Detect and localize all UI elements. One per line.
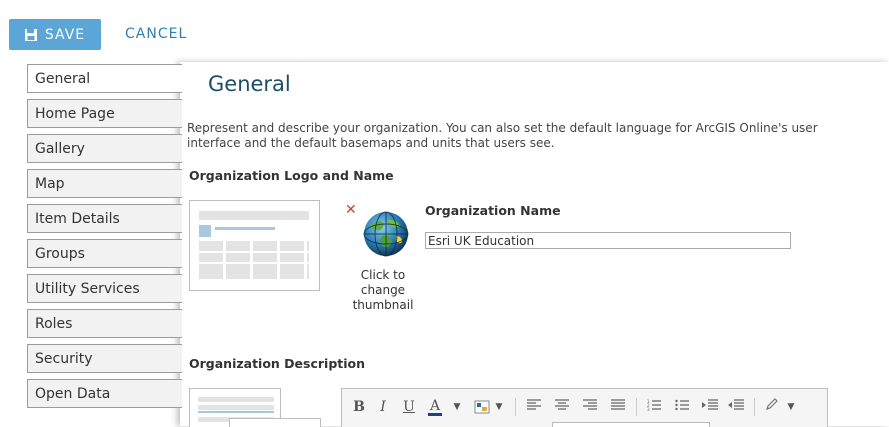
align-center-icon[interactable]: [554, 397, 570, 417]
save-button[interactable]: SAVE: [9, 19, 101, 50]
chevron-down-icon[interactable]: ▼: [452, 397, 462, 417]
top-toolbar: SAVE CANCEL: [0, 0, 889, 62]
sidebar-item-utility-services[interactable]: Utility Services: [27, 274, 182, 303]
editor-second-toolbar-row: [342, 422, 827, 427]
thumbnail-caption[interactable]: Click to change thumbnail: [348, 268, 418, 313]
description-section-heading: Organization Description: [189, 356, 366, 371]
sidebar-item-item-details[interactable]: Item Details: [27, 204, 182, 233]
cancel-button[interactable]: CANCEL: [125, 26, 187, 42]
logo-section-heading: Organization Logo and Name: [189, 168, 394, 183]
chevron-down-icon[interactable]: ▼: [786, 397, 796, 417]
sidebar-item-roles[interactable]: Roles: [27, 309, 182, 338]
justify-icon[interactable]: [610, 397, 626, 417]
align-right-icon[interactable]: [582, 397, 598, 417]
toolbar-divider: [515, 398, 516, 416]
sidebar-item-home-page[interactable]: Home Page: [27, 99, 182, 128]
intro-text: Represent and describe your organization…: [187, 121, 818, 150]
floppy-disk-icon: [24, 28, 37, 41]
numbered-list-icon[interactable]: 123: [646, 397, 662, 417]
align-left-icon[interactable]: [526, 397, 542, 417]
sidebar-item-groups[interactable]: Groups: [27, 239, 182, 268]
chevron-down-icon[interactable]: ▼: [494, 397, 504, 417]
page-title: General: [208, 72, 291, 96]
underline-icon[interactable]: U: [402, 397, 416, 417]
bullet-list-icon[interactable]: [674, 397, 690, 417]
sidebar-item-map[interactable]: Map: [27, 169, 182, 198]
outdent-icon[interactable]: [728, 397, 744, 417]
sidebar-item-security[interactable]: Security: [27, 344, 182, 373]
font-color-icon[interactable]: A: [428, 397, 442, 416]
bold-icon[interactable]: B: [352, 397, 366, 417]
italic-icon[interactable]: I: [376, 397, 390, 417]
toolbar-divider: [636, 398, 637, 416]
remove-thumbnail-icon[interactable]: ✕: [345, 202, 357, 218]
org-name-label: Organization Name: [425, 203, 561, 218]
rich-text-editor: B I U A ▼ ▼ 123 ▼: [341, 388, 828, 427]
toolbar-divider: [754, 398, 755, 416]
globe-icon[interactable]: [362, 210, 410, 258]
settings-sidebar: General Home Page Gallery Map Item Detai…: [27, 64, 182, 414]
org-name-field[interactable]: [425, 232, 791, 249]
pen-icon[interactable]: [764, 397, 780, 417]
sidebar-item-gallery[interactable]: Gallery: [27, 134, 182, 163]
logo-layout-preview: [189, 200, 320, 291]
sidebar-item-open-data[interactable]: Open Data: [27, 379, 182, 408]
save-label: SAVE: [44, 26, 86, 43]
highlight-icon[interactable]: [474, 397, 490, 417]
sidebar-item-general[interactable]: General: [27, 64, 182, 93]
indent-icon[interactable]: [702, 397, 718, 417]
svg-text:3: 3: [647, 407, 650, 411]
